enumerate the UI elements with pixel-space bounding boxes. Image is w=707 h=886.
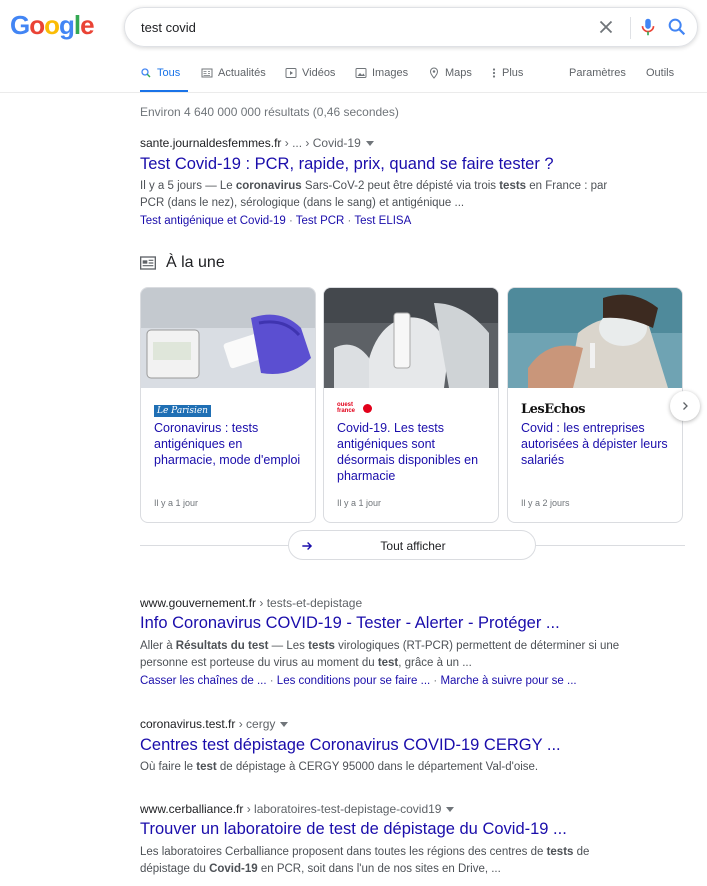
tab-maps[interactable]: Maps <box>428 67 472 93</box>
result-stats: Environ 4 640 000 000 résultats (0,46 se… <box>140 105 399 119</box>
google-logo[interactable]: Google <box>10 10 95 41</box>
tab-videos[interactable]: Vidéos <box>285 67 335 93</box>
publisher-logo: Le Parisien <box>154 400 211 417</box>
microphone-icon[interactable] <box>637 16 659 38</box>
divider <box>0 92 707 93</box>
news-card[interactable]: ouest france Covid-19. Les tests antigén… <box>323 287 499 523</box>
tab-label: Maps <box>445 67 472 79</box>
ouest-france-dot <box>363 403 372 413</box>
newspaper-icon <box>140 256 156 270</box>
tab-label: Tous <box>157 67 181 79</box>
tab-tools[interactable]: Outils <box>646 67 674 93</box>
result-url[interactable]: www.gouvernement.fr › tests-et-depistage <box>140 596 362 610</box>
tab-label: Images <box>372 67 409 79</box>
result-snippet: Les laboratoires Cerballiance proposent … <box>140 846 590 875</box>
news-age: Il y a 1 jour <box>337 498 382 508</box>
map-pin-icon <box>429 67 439 79</box>
tab-label: Outils <box>646 67 675 79</box>
chevron-right-icon <box>683 402 688 410</box>
result-url[interactable]: www.cerballiance.fr › laboratoires-test-… <box>140 802 455 816</box>
tab-news[interactable]: Actualités <box>201 67 266 93</box>
carousel-next-button[interactable] <box>670 391 700 421</box>
result-title[interactable]: Trouver un laboratoire de test de dépist… <box>140 820 567 839</box>
sitelinks: Casser les chaînes de ... · Les conditio… <box>140 675 577 687</box>
sitelink[interactable]: Test antigénique et Covid-19 <box>140 215 286 227</box>
newspaper-icon <box>201 68 213 78</box>
show-all-button[interactable]: Tout afficher <box>288 530 536 560</box>
more-vertical-icon <box>492 68 496 78</box>
logo-letter: o <box>29 10 45 40</box>
result-domain: www.cerballiance.fr <box>140 802 244 816</box>
search-input[interactable]: test covid <box>141 20 196 35</box>
result-domain: coronavirus.test.fr <box>140 717 236 731</box>
sitelink[interactable]: Marche à suivre pour se ... <box>440 675 576 687</box>
sitelink[interactable]: Casser les chaînes de ... <box>140 675 267 687</box>
tab-settings[interactable]: Paramètres <box>569 67 626 93</box>
logo-letter: o <box>44 10 60 40</box>
publisher-logo: LesEchos <box>521 402 586 417</box>
caret-down-icon[interactable] <box>280 722 289 728</box>
result-url[interactable]: coronavirus.test.fr › cergy <box>140 717 289 731</box>
result-title[interactable]: Info Coronavirus COVID-19 - Tester - Ale… <box>140 614 560 633</box>
logo-letter: G <box>10 10 30 40</box>
news-headline[interactable]: Covid : les entreprises autorisées à dép… <box>521 420 671 468</box>
news-headline[interactable]: Covid-19. Les tests antigéniques sont dé… <box>337 420 487 484</box>
image-icon <box>355 68 367 78</box>
logo-letter: e <box>80 10 95 40</box>
divider <box>630 17 631 39</box>
close-icon[interactable] <box>595 16 617 38</box>
tab-label: Vidéos <box>302 67 336 79</box>
sitelink[interactable]: Test PCR <box>296 215 345 227</box>
sitelinks: Test antigénique et Covid-19 · Test PCR … <box>140 215 412 227</box>
sitelink[interactable]: Les conditions pour se faire ... <box>277 675 430 687</box>
news-thumbnail <box>141 288 315 388</box>
result-snippet: Aller à Résultats du test — Les tests vi… <box>140 640 620 669</box>
news-card[interactable]: LesEchos Covid : les entreprises autoris… <box>507 287 683 523</box>
news-age: Il y a 2 jours <box>521 498 570 508</box>
tab-label: Plus <box>502 67 524 79</box>
sitelink[interactable]: Test ELISA <box>354 215 411 227</box>
result-snippet: Il y a 5 jours — Le coronavirus Sars-CoV… <box>140 180 608 209</box>
show-all-label: Tout afficher <box>380 539 446 553</box>
result-snippet: Où faire le test de dépistage à CERGY 95… <box>140 761 539 773</box>
news-age: Il y a 1 jour <box>154 498 199 508</box>
tab-label: Actualités <box>218 67 266 79</box>
result-path: › ... › Covid-19 <box>281 136 361 150</box>
result-path: › laboratoires-test-depistage-covid19 <box>243 802 442 816</box>
search-box[interactable]: test covid <box>124 7 698 47</box>
publisher-logo: ouest france <box>337 400 372 416</box>
video-icon <box>285 68 297 78</box>
result-domain: sante.journaldesfemmes.fr <box>140 136 282 150</box>
news-thumbnail <box>324 288 498 388</box>
news-card[interactable]: Le Parisien Coronavirus : tests antigéni… <box>140 287 316 523</box>
result-domain: www.gouvernement.fr <box>140 596 257 610</box>
result-title[interactable]: Test Covid-19 : PCR, rapide, prix, quand… <box>140 155 554 174</box>
news-thumbnail <box>508 288 682 388</box>
caret-down-icon[interactable] <box>365 141 374 147</box>
result-path: › tests-et-depistage <box>256 596 363 610</box>
logo-letter: g <box>59 10 75 40</box>
tab-images[interactable]: Images <box>355 67 408 93</box>
top-stories-heading: À la une <box>140 254 225 272</box>
tab-all[interactable]: Tous <box>140 67 188 93</box>
news-headline[interactable]: Coronavirus : tests antigéniques en phar… <box>154 420 304 468</box>
search-icon[interactable] <box>666 16 688 38</box>
result-title[interactable]: Centres test dépistage Coronavirus COVID… <box>140 736 561 755</box>
tab-label: Paramètres <box>569 67 626 79</box>
result-url[interactable]: sante.journaldesfemmes.fr › ... › Covid-… <box>140 136 374 150</box>
tab-more[interactable]: Plus <box>491 67 523 93</box>
top-stories-title: À la une <box>166 254 225 271</box>
result-path: › cergy <box>235 717 276 731</box>
caret-down-icon[interactable] <box>446 807 455 813</box>
search-icon <box>141 68 151 78</box>
